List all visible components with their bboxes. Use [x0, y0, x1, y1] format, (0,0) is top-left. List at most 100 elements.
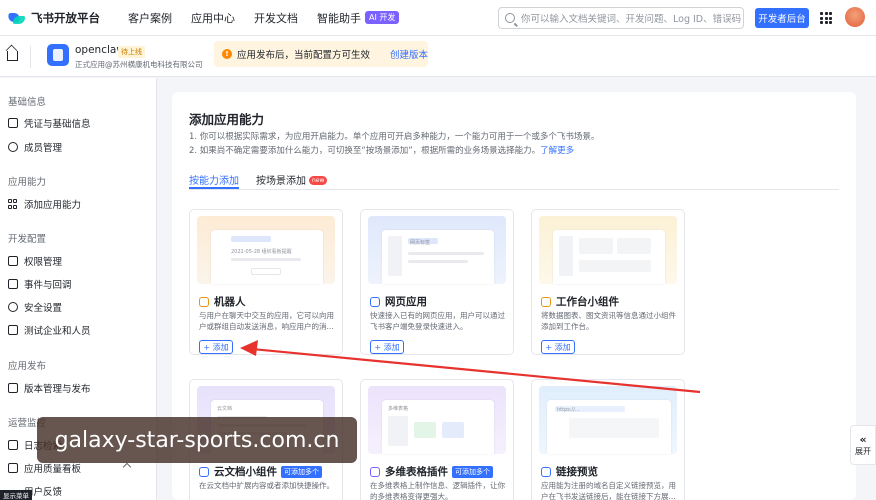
mock-text: 网页标签 — [410, 240, 431, 246]
version-icon — [8, 383, 18, 393]
chevron-up-icon[interactable] — [122, 462, 132, 472]
nav-link-assistant-label: 智能助手 — [317, 11, 361, 25]
card-description: 与用户在聊天中交互的应用，它可以向用户或群组自动发送消息，响应用户的消... — [199, 311, 334, 331]
sidebar-item-label: 安全设置 — [24, 303, 63, 314]
ai-badge: AI 开发 — [365, 11, 400, 24]
apps-grid-icon[interactable] — [820, 12, 832, 24]
avatar[interactable] — [845, 7, 865, 27]
publish-notice: ! 应用发布后，当前配置方可生效 创建版本 — [214, 41, 428, 67]
developer-console-button[interactable]: 开发者后台 — [755, 8, 809, 28]
show-menu-tag[interactable]: 显示菜单 — [0, 490, 32, 500]
card-title: 链接预览 — [541, 464, 598, 479]
card-title-text: 机器人 — [214, 296, 246, 308]
log-icon — [8, 440, 18, 450]
sidebar-item-label: 版本管理与发布 — [24, 384, 91, 395]
expand-panel-button[interactable]: « 展开 — [850, 425, 876, 465]
expand-label: 展开 — [855, 446, 871, 456]
nav-links: 客户案例 应用中心 开发文档 智能助手 AI 开发 — [128, 10, 418, 26]
id-card-icon — [8, 118, 18, 128]
divider — [30, 46, 31, 68]
card-title: 多维表格插件 可添加多个 — [370, 464, 493, 479]
sidebar-item-quality[interactable]: 应用质量看板 — [8, 461, 148, 475]
home-icon[interactable] — [7, 51, 18, 61]
sidebar-group-basic: 基础信息 — [8, 97, 47, 108]
widget-icon — [541, 296, 551, 307]
mock-text: 2022-05-28 组织看板提醒 — [231, 249, 292, 255]
feishu-logo-icon — [7, 11, 26, 25]
add-bot-button[interactable]: + 添加 — [199, 340, 233, 354]
card-description: 将数据图表、图文资讯等信息通过小组件添加到工作台。 — [541, 311, 676, 331]
brand-name: 飞书开放平台 — [31, 10, 100, 25]
sidebar-item-security[interactable]: 安全设置 — [8, 300, 148, 314]
sidebar-item-feedback[interactable]: 用户反馈 — [24, 484, 164, 498]
sidebar-item-label: 成员管理 — [24, 143, 63, 154]
create-version-link[interactable]: 创建版本 — [390, 47, 428, 61]
capability-card-base-plugin[interactable]: 多维表格 多维表格插件 可添加多个 在多维表格上制作信息、逻辑插件，让你的多维表格… — [360, 379, 514, 500]
sidebar-group-capabilities: 应用能力 — [8, 177, 47, 188]
search-input[interactable]: 你可以输入文档关键词、开发问题、Log ID、错误码 — [498, 7, 744, 29]
app-subtitle: 正式应用@苏州横康机电科技有限公司 — [75, 60, 203, 69]
webpage-icon — [370, 296, 380, 307]
nav-link-app-center[interactable]: 应用中心 — [191, 10, 235, 26]
sidebar-item-test-tenants[interactable]: 测试企业和人员 — [8, 323, 148, 337]
card-description: 快速接入已有的网页应用，用户可以通过飞书客户端免登录快速进入。 — [370, 311, 505, 331]
add-web-app-button[interactable]: + 添加 — [370, 340, 404, 354]
bot-mock: 2022-05-28 组织看板提醒 — [211, 230, 323, 284]
card-description: 应用能为注册的域名自定义链接预览，用户在飞书发送链接后，能在链接下方展... — [541, 481, 676, 500]
sidebar-item-label: 添加应用能力 — [24, 200, 82, 211]
multi-add-tag: 可添加多个 — [452, 465, 493, 478]
shield-icon — [8, 302, 18, 312]
capability-card-web-app[interactable]: 网页标签 网页应用 快速接入已有的网页应用，用户可以通过飞书客户端免登录快速进入… — [360, 209, 514, 355]
sidebar-item-label: 权限管理 — [24, 257, 63, 268]
event-icon — [8, 279, 18, 289]
doc-widget-icon — [199, 466, 209, 477]
card-description: 在多维表格上制作信息、逻辑插件，让你的多维表格变得更强大。 — [370, 481, 505, 500]
nav-link-docs[interactable]: 开发文档 — [254, 10, 298, 26]
mock-text: 云文档 — [217, 406, 233, 412]
app-status-badge: 待上线 — [118, 46, 145, 58]
grid-add-icon — [8, 199, 18, 209]
mock-text: https://... — [557, 407, 580, 413]
card-title-text: 链接预览 — [556, 466, 598, 478]
card-preview: 多维表格 — [368, 386, 506, 454]
card-preview: 网页标签 — [368, 216, 506, 284]
tab-by-scenario[interactable]: 按场景添加 new — [256, 172, 328, 187]
notice-text: 应用发布后，当前配置方可生效 — [237, 50, 371, 61]
capability-card-link-preview[interactable]: https://... 链接预览 应用能为注册的域名自定义链接预览，用户在飞书发… — [531, 379, 685, 500]
sidebar-item-permissions[interactable]: 权限管理 — [8, 254, 148, 268]
tab-by-capability[interactable]: 按能力添加 — [189, 172, 239, 187]
sidebar-item-credentials[interactable]: 凭证与基础信息 — [8, 116, 148, 130]
widget-mock — [553, 230, 665, 284]
new-badge: new — [309, 176, 328, 185]
test-icon — [8, 325, 18, 335]
card-description: 在云文档中扩展内容或者添加快捷操作。 — [199, 481, 334, 490]
watermark: galaxy-star-sports.com.cn — [37, 417, 357, 463]
capability-card-bot[interactable]: 2022-05-28 组织看板提醒 机器人 与用户在聊天中交互的应用，它可以向用… — [189, 209, 343, 355]
app-icon — [47, 44, 69, 66]
sidebar-item-events[interactable]: 事件与回调 — [8, 277, 148, 291]
dashboard-icon — [8, 463, 18, 473]
brand-logo[interactable]: 飞书开放平台 — [7, 10, 100, 26]
multi-add-tag: 可添加多个 — [281, 465, 322, 478]
capability-card-workplace-widget[interactable]: 工作台小组件 将数据图表、图文资讯等信息通过小组件添加到工作台。 + 添加 — [531, 209, 685, 355]
card-title: 网页应用 — [370, 294, 427, 309]
sidebar-item-label: 事件与回调 — [24, 280, 72, 291]
sidebar-item-members[interactable]: 成员管理 — [8, 140, 148, 154]
nav-link-assistant[interactable]: 智能助手 AI 开发 — [317, 10, 400, 26]
page-title: 添加应用能力 — [189, 112, 265, 127]
app-header: openclaw 待上线 正式应用@苏州横康机电科技有限公司 ! 应用发布后，当… — [0, 36, 876, 77]
sidebar-item-label: 测试企业和人员 — [24, 326, 91, 337]
card-title-text: 多维表格插件 — [385, 466, 448, 478]
nav-link-cases[interactable]: 客户案例 — [128, 10, 172, 26]
tabs-divider — [189, 189, 839, 190]
learn-more-link[interactable]: 了解更多 — [540, 146, 574, 156]
top-nav: 飞书开放平台 客户案例 应用中心 开发文档 智能助手 AI 开发 你可以输入文档关… — [0, 0, 876, 36]
card-title: 云文档小组件 可添加多个 — [199, 464, 322, 479]
card-title: 机器人 — [199, 294, 246, 309]
tab-label: 按场景添加 — [256, 176, 306, 187]
add-workplace-widget-button[interactable]: + 添加 — [541, 340, 575, 354]
description-text: 2. 如果尚不确定需要添加什么能力，可切换至“按场景添加”，根据所需的业务场景选… — [189, 146, 541, 156]
card-preview: 2022-05-28 组织看板提醒 — [197, 216, 335, 284]
sidebar-item-add-capability[interactable]: 添加应用能力 — [8, 197, 148, 211]
sidebar-item-versions[interactable]: 版本管理与发布 — [8, 381, 148, 395]
